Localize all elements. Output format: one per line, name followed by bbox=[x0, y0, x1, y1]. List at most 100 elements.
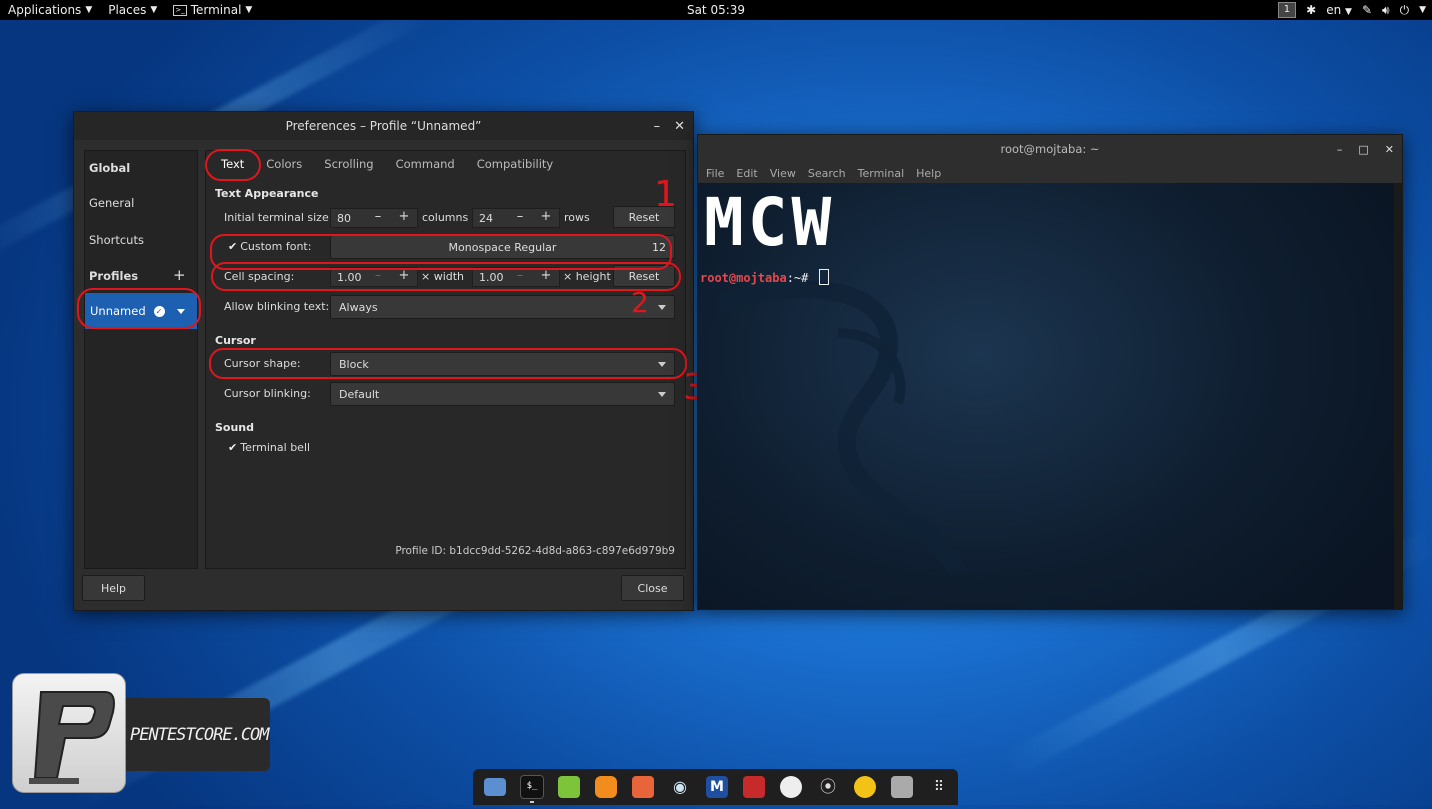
dialog-titlebar[interactable]: Preferences – Profile “Unnamed” – ✕ bbox=[74, 112, 693, 140]
chevron-down-icon: ▼ bbox=[1345, 7, 1352, 17]
help-button[interactable]: Help bbox=[82, 575, 145, 601]
sidebar-item-global[interactable]: Global bbox=[89, 161, 130, 175]
add-profile-button[interactable]: + bbox=[173, 266, 186, 284]
chevron-down-icon: ▼ bbox=[150, 5, 158, 15]
columns-label: columns bbox=[422, 211, 469, 224]
rows-decrement-button[interactable]: – bbox=[513, 209, 527, 224]
pen-icon[interactable]: ✎ bbox=[1362, 3, 1372, 17]
height-decrement-button[interactable]: – bbox=[513, 268, 527, 283]
faraday-icon[interactable] bbox=[775, 773, 807, 801]
applications-menu[interactable]: Applications ▼ bbox=[0, 0, 100, 20]
maximize-icon[interactable]: □ bbox=[1358, 143, 1368, 156]
tab-command[interactable]: Command bbox=[385, 151, 466, 177]
custom-font-checkbox[interactable]: ✔ Custom font: bbox=[228, 240, 311, 253]
tab-scrolling[interactable]: Scrolling bbox=[313, 151, 384, 177]
volume-icon[interactable]: 🔊︎ bbox=[1382, 3, 1390, 18]
sidebar-item-shortcuts[interactable]: Shortcuts bbox=[89, 233, 144, 247]
menu-terminal[interactable]: Terminal bbox=[852, 167, 911, 180]
cursor-blinking-value: Default bbox=[339, 387, 380, 401]
terminal-titlebar[interactable]: root@mojtaba: ~ – □ ✕ bbox=[698, 135, 1402, 163]
burp-icon[interactable] bbox=[590, 773, 622, 801]
checkmark-icon: ✔ bbox=[228, 441, 238, 454]
profile-settings-panel: Text Colors Scrolling Command Compatibil… bbox=[205, 149, 687, 569]
workspace-indicator[interactable]: 1 bbox=[1277, 2, 1297, 18]
height-increment-button[interactable]: + bbox=[539, 268, 553, 283]
tab-colors[interactable]: Colors bbox=[255, 151, 313, 177]
font-size: 12 bbox=[652, 240, 666, 254]
chevron-down-icon[interactable] bbox=[176, 308, 185, 314]
files-icon[interactable] bbox=[479, 773, 511, 801]
cursor-blinking-dropdown[interactable]: Default bbox=[330, 382, 675, 406]
metasploit-icon[interactable]: M bbox=[701, 773, 733, 801]
sound-heading: Sound bbox=[215, 421, 255, 434]
columns-increment-button[interactable]: + bbox=[397, 209, 411, 224]
height-label: × height bbox=[563, 270, 611, 283]
shell-prompt: root@mojtaba:~# bbox=[700, 269, 829, 285]
menu-search[interactable]: Search bbox=[802, 167, 852, 180]
rows-increment-button[interactable]: + bbox=[539, 209, 553, 224]
window-controls: – □ ✕ bbox=[1337, 135, 1394, 163]
close-button[interactable]: Close bbox=[621, 575, 684, 601]
chevron-down-icon: ▼ bbox=[85, 5, 93, 15]
apps-grid-tray-icon[interactable]: ✱ bbox=[1306, 3, 1316, 17]
blink-text-dropdown[interactable]: Always bbox=[330, 295, 675, 319]
pentestcore-logo bbox=[12, 673, 126, 793]
tab-text[interactable]: Text bbox=[206, 151, 255, 177]
chevron-down-icon: ▼ bbox=[245, 5, 253, 15]
close-icon[interactable]: ✕ bbox=[1385, 143, 1394, 156]
sidebar-heading-profiles: Profiles bbox=[89, 269, 139, 283]
font-name: Monospace Regular bbox=[448, 240, 557, 254]
preferences-dialog: Preferences – Profile “Unnamed” – ✕ Glob… bbox=[73, 111, 694, 611]
screenshot-icon[interactable] bbox=[886, 773, 918, 801]
dialog-title: Preferences – Profile “Unnamed” bbox=[285, 119, 482, 133]
tab-compatibility[interactable]: Compatibility bbox=[466, 151, 565, 177]
beef-icon[interactable] bbox=[849, 773, 881, 801]
sqlmap-icon[interactable] bbox=[627, 773, 659, 801]
logo-text: PENTESTCORE.COM bbox=[130, 724, 270, 745]
reset-spacing-button[interactable]: Reset bbox=[613, 265, 675, 287]
terminal-scrollbar[interactable] bbox=[1394, 183, 1402, 609]
eye-icon[interactable]: ◉ bbox=[664, 773, 696, 801]
terminal-output[interactable]: MCW root@mojtaba:~# bbox=[698, 183, 1402, 609]
width-increment-button[interactable]: + bbox=[397, 268, 411, 283]
wifi-tool-icon[interactable]: ⦿ bbox=[812, 773, 844, 801]
chevron-down-icon bbox=[658, 305, 666, 310]
text-editor-icon[interactable] bbox=[553, 773, 585, 801]
language-selector[interactable]: en ▼ bbox=[1326, 3, 1352, 17]
chevron-down-icon[interactable]: ▼ bbox=[1419, 5, 1426, 15]
annotation-number: 2 bbox=[631, 286, 649, 319]
text-appearance-heading: Text Appearance bbox=[215, 187, 319, 200]
places-menu[interactable]: Places ▼ bbox=[100, 0, 165, 20]
annotation-number: 1 bbox=[654, 174, 677, 215]
terminal-app-menu[interactable]: >_ Terminal ▼ bbox=[165, 0, 260, 20]
initial-size-label: Initial terminal size: bbox=[224, 211, 333, 224]
menu-file[interactable]: File bbox=[700, 167, 730, 180]
clock[interactable]: Sat 05:39 bbox=[687, 3, 745, 17]
menu-help[interactable]: Help bbox=[910, 167, 947, 180]
cursor-shape-value: Block bbox=[339, 357, 369, 371]
terminal-bell-checkbox[interactable]: ✔ Terminal bell bbox=[228, 441, 310, 454]
preferences-sidebar: Global General Shortcuts Profiles + Unna… bbox=[84, 150, 198, 569]
armitage-icon[interactable] bbox=[738, 773, 770, 801]
cursor-shape-label: Cursor shape: bbox=[224, 357, 301, 370]
menu-edit[interactable]: Edit bbox=[730, 167, 763, 180]
prompt-suffix: :~# bbox=[786, 271, 816, 285]
font-chooser-button[interactable]: Monospace Regular 12 bbox=[330, 235, 675, 259]
sidebar-item-general[interactable]: General bbox=[89, 196, 134, 210]
width-decrement-button[interactable]: – bbox=[371, 268, 385, 283]
terminal-icon[interactable]: $_ bbox=[516, 773, 548, 803]
power-icon[interactable]: ⏻ bbox=[1400, 3, 1410, 18]
profile-id: Profile ID: b1dcc9dd-5262-4d8d-a863-c897… bbox=[395, 545, 675, 557]
minimize-icon[interactable]: – bbox=[1337, 143, 1343, 156]
menu-view[interactable]: View bbox=[764, 167, 802, 180]
sidebar-item-unnamed-profile[interactable]: Unnamed ✓ bbox=[85, 293, 197, 329]
columns-decrement-button[interactable]: – bbox=[371, 209, 385, 224]
default-profile-check-icon: ✓ bbox=[153, 305, 165, 317]
minimize-icon[interactable]: – bbox=[654, 119, 661, 134]
chevron-down-icon bbox=[658, 392, 666, 397]
logo-p-icon bbox=[29, 691, 115, 784]
banner-text: MCW bbox=[704, 184, 836, 261]
cursor-shape-dropdown[interactable]: Block bbox=[330, 352, 675, 376]
close-icon[interactable]: ✕ bbox=[674, 119, 685, 134]
app-grid-icon[interactable]: ⠿ bbox=[923, 773, 955, 801]
